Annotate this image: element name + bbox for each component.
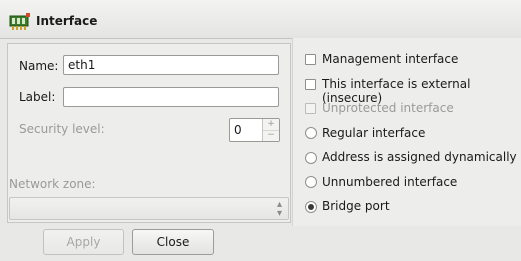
regular-interface-label: Regular interface xyxy=(322,126,426,140)
name-input[interactable]: eth1 xyxy=(63,55,279,75)
regular-interface-radio[interactable] xyxy=(305,127,317,139)
management-interface-checkbox[interactable] xyxy=(305,54,316,65)
external-interface-checkbox[interactable] xyxy=(305,79,316,90)
label-input[interactable] xyxy=(63,87,279,107)
bridge-port-radio[interactable] xyxy=(305,201,317,213)
apply-button[interactable]: Apply xyxy=(43,229,124,255)
close-button[interactable]: Close xyxy=(132,229,214,255)
network-zone-label: Network zone: xyxy=(9,177,96,191)
minus-icon[interactable]: − xyxy=(263,130,279,141)
label-label: Label: xyxy=(19,90,56,104)
unprotected-interface-checkbox[interactable] xyxy=(305,103,316,114)
security-level-spinbox[interactable]: 0 + − xyxy=(229,118,280,142)
dialog-header: Interface xyxy=(0,0,521,39)
dynamic-address-label: Address is assigned dynamically xyxy=(322,150,517,164)
name-label: Name: xyxy=(19,59,59,73)
management-interface-label: Management interface xyxy=(322,52,459,66)
dynamic-address-radio[interactable] xyxy=(305,152,317,164)
security-level-label: Security level: xyxy=(19,122,105,136)
security-level-value: 0 xyxy=(234,123,242,137)
updown-arrows-icon: ▴ ▾ xyxy=(276,199,282,219)
dialog-title: Interface xyxy=(36,14,98,28)
spin-buttons: + − xyxy=(262,119,279,141)
bridge-port-label: Bridge port xyxy=(322,199,390,213)
unprotected-interface-label: Unprotected interface xyxy=(322,101,454,115)
network-zone-select[interactable]: ▴ ▾ xyxy=(9,197,289,220)
unnumbered-interface-label: Unnumbered interface xyxy=(322,175,458,189)
network-interface-icon xyxy=(9,12,31,32)
unnumbered-interface-radio[interactable] xyxy=(305,176,317,188)
